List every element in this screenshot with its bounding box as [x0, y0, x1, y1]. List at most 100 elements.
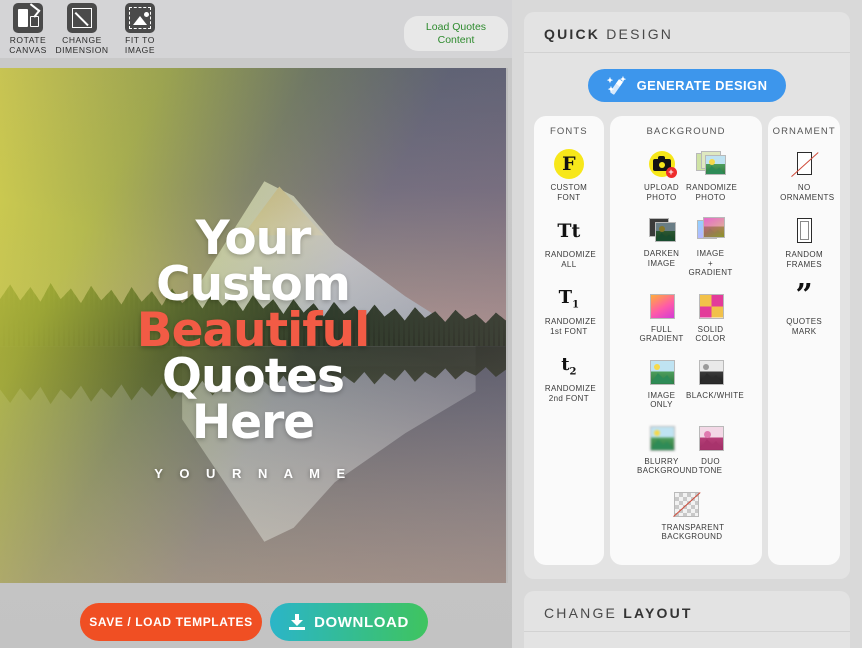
option-label: IMAGE [647, 258, 676, 268]
black-white-option[interactable]: BLACK/WHITE [686, 357, 744, 410]
option-label: RANDOMIZE [544, 317, 597, 326]
change-dimension-label-2: DIMENSION [55, 45, 109, 55]
editor-pane: ROTATE CANVAS CHANGE DIMENSION FIT TO IM… [0, 0, 512, 648]
randomize-first-font-option[interactable]: T1 RANDOMIZE 1st FONT [544, 283, 597, 336]
canvas-toolbar: ROTATE CANVAS CHANGE DIMENSION FIT TO IM… [0, 0, 512, 58]
option-label: GRADIENT [639, 334, 684, 343]
upload-photo-icon: + [647, 149, 677, 179]
option-label: COLOR [695, 334, 726, 343]
randomize-second-font-option[interactable]: t2 RANDOMIZE 2nd FONT [544, 350, 597, 403]
option-label: TONE [698, 466, 723, 475]
randomize-all-option[interactable]: Tt RANDOMIZE ALL [544, 216, 597, 269]
darken-image-option[interactable]: DARKEN IMAGE [637, 215, 686, 278]
change-layout-title-light: CHANGE [544, 604, 624, 621]
black-white-icon [696, 357, 726, 387]
quick-design-header: QUICK DESIGN [524, 12, 850, 53]
fit-to-image-label-2: IMAGE [124, 45, 156, 55]
image-plus-gradient-option[interactable]: IMAGE + GRADIENT [686, 215, 735, 278]
ornament-group: ORNAMENT NO ORNAMENTS RANDOM FRAMES ” QU… [768, 116, 840, 565]
load-quotes-content-button[interactable]: Load Quotes Content [404, 16, 508, 51]
fonts-group: FONTS F CUSTOM FONT Tt RANDOMIZE ALL T1 … [534, 116, 604, 565]
duo-tone-option[interactable]: DUO TONE [686, 423, 735, 476]
download-button[interactable]: DOWNLOAD [270, 603, 428, 641]
blurry-background-icon [647, 423, 677, 453]
blurry-background-option[interactable]: BLURRY BACKGROUND [637, 423, 698, 476]
upload-photo-option[interactable]: + UPLOAD PHOTO [637, 149, 686, 202]
rotate-canvas-label-1: ROTATE [9, 35, 47, 45]
option-label: DUO [701, 456, 720, 466]
author-name-text[interactable]: Y O U R N A M E [0, 466, 506, 481]
quote-text-block[interactable]: Your Custom Beautiful Quotes Here [0, 215, 506, 446]
generate-design-button[interactable]: ✦ ✦ ✦ GENERATE DESIGN [588, 69, 786, 102]
full-gradient-option[interactable]: FULL GRADIENT [637, 291, 686, 344]
option-label: TRANSPARENT [661, 522, 725, 532]
randomize-photo-icon [695, 149, 726, 179]
change-dimension-button[interactable]: CHANGE DIMENSION [54, 3, 110, 55]
option-label: BACKGROUND [661, 532, 723, 541]
fit-to-image-icon [125, 3, 155, 33]
change-dimension-label-1: CHANGE [62, 35, 102, 45]
random-frames-option[interactable]: RANDOM FRAMES [780, 216, 828, 269]
option-label: RANDOMIZE [686, 183, 738, 192]
duo-tone-icon [696, 423, 726, 453]
transparent-background-icon [671, 489, 701, 519]
background-group: BACKGROUND + UPLOAD PHOTO RANDOMIZE PHOT… [609, 116, 763, 565]
download-icon [289, 614, 306, 630]
save-load-templates-button[interactable]: SAVE / LOAD TEMPLATES [80, 603, 262, 641]
image-only-option[interactable]: IMAGE ONLY [637, 357, 686, 410]
custom-font-icon: F [553, 149, 584, 179]
randomize-first-font-icon: T1 [558, 287, 580, 311]
option-label: ALL [561, 259, 577, 269]
download-label: DOWNLOAD [314, 613, 409, 631]
rotate-canvas-label-2: CANVAS [9, 45, 47, 55]
solid-color-icon [696, 291, 726, 321]
option-label: IMAGE [696, 249, 725, 258]
right-sidebar: QUICK DESIGN ✦ ✦ ✦ GENERATE DESIGN FONTS [512, 0, 862, 648]
quick-design-title-bold: QUICK [544, 26, 601, 42]
option-label: CUSTOM [550, 183, 588, 192]
randomize-all-icon: Tt [557, 220, 581, 242]
darken-image-icon [647, 215, 677, 245]
magic-wand-icon: ✦ ✦ ✦ [606, 74, 627, 95]
option-label: RANDOMIZE [544, 250, 597, 259]
option-label: MARK [791, 326, 817, 336]
background-group-title: BACKGROUND [646, 126, 726, 137]
quote-line[interactable]: Your [0, 215, 506, 262]
quote-line[interactable]: Custom [0, 261, 506, 308]
design-canvas[interactable]: Your Custom Beautiful Quotes Here Y O U … [0, 68, 508, 583]
option-label: ORNAMENTS [780, 192, 835, 202]
quote-maker-app: ROTATE CANVAS CHANGE DIMENSION FIT TO IM… [0, 0, 862, 648]
quick-design-card: QUICK DESIGN ✦ ✦ ✦ GENERATE DESIGN FONTS [524, 12, 850, 579]
option-label: PHOTO [646, 192, 677, 202]
change-dimension-icon [67, 3, 97, 33]
no-ornaments-option[interactable]: NO ORNAMENTS [780, 149, 835, 202]
option-label: FONT [557, 192, 581, 202]
fonts-group-title: FONTS [550, 126, 588, 137]
option-label: SOLID [697, 324, 724, 334]
ornament-group-title: ORNAMENT [772, 126, 836, 137]
fit-to-image-button[interactable]: FIT TO IMAGE [112, 3, 168, 55]
custom-font-option[interactable]: F CUSTOM FONT [545, 149, 593, 202]
transparent-background-option[interactable]: TRANSPARENT BACKGROUND [661, 489, 725, 542]
rotate-canvas-icon [13, 3, 43, 33]
rotate-canvas-button[interactable]: ROTATE CANVAS [0, 3, 56, 55]
change-layout-title-bold: LAYOUT [623, 604, 693, 621]
option-label: QUOTES [786, 317, 823, 326]
option-label: FULL [651, 324, 673, 334]
option-label: BACKGROUND [637, 466, 698, 475]
solid-color-option[interactable]: SOLID COLOR [686, 291, 735, 344]
quote-line-accent[interactable]: Beautiful [0, 307, 506, 354]
randomize-photo-option[interactable]: RANDOMIZE PHOTO [686, 149, 738, 202]
quote-line[interactable]: Quotes [0, 353, 506, 400]
randomize-second-font-icon: t2 [561, 354, 577, 378]
image-only-icon [647, 357, 677, 387]
quick-design-title-light: DESIGN [600, 26, 674, 42]
generate-design-label: GENERATE DESIGN [636, 78, 768, 93]
quote-line[interactable]: Here [0, 399, 506, 446]
canvas-action-bar: SAVE / LOAD TEMPLATES DOWNLOAD [0, 596, 510, 648]
image-plus-gradient-icon [696, 215, 726, 245]
option-label: GRADIENT [688, 268, 733, 277]
option-label: RANDOMIZE [544, 384, 597, 393]
quotes-mark-option[interactable]: ” QUOTES MARK [780, 281, 828, 336]
full-gradient-icon [647, 291, 677, 321]
